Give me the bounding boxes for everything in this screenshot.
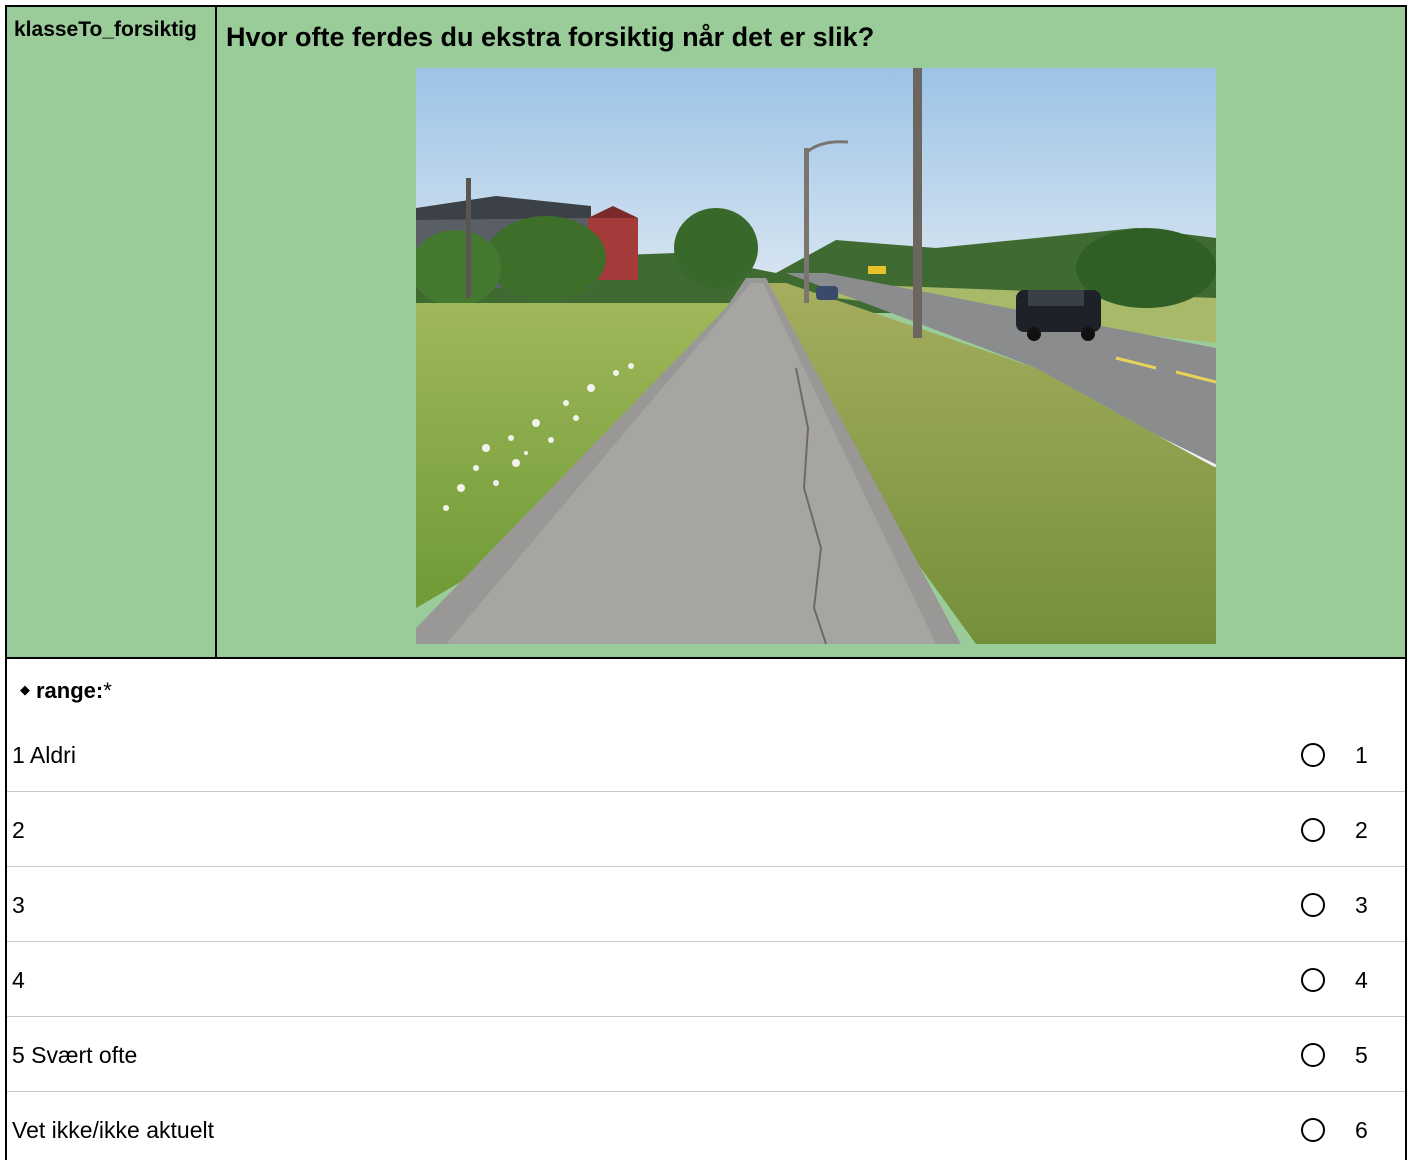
option-code: 6	[1355, 1117, 1368, 1143]
required-mark: *	[103, 678, 112, 703]
option-row[interactable]: 3 3	[7, 867, 1405, 942]
range-label: range:	[36, 678, 104, 703]
diamond-icon: ◆	[20, 682, 30, 697]
option-label: Vet ikke/ikke aktuelt	[12, 1117, 214, 1143]
option-row[interactable]: Vet ikke/ikke aktuelt 6	[7, 1092, 1405, 1167]
question-text: Hvor ofte ferdes du ekstra forsiktig når…	[226, 22, 875, 52]
option-code: 2	[1355, 817, 1368, 843]
question-header: klasseTo_forsiktig Hvor ofte ferdes du e…	[7, 7, 1405, 659]
question-cell: Hvor ofte ferdes du ekstra forsiktig når…	[219, 7, 1405, 657]
radio-button[interactable]	[1301, 1043, 1325, 1067]
option-code: 3	[1355, 892, 1368, 918]
option-code: 5	[1355, 1042, 1368, 1068]
option-code: 1	[1355, 742, 1368, 768]
option-row[interactable]: 1 Aldri 1	[7, 717, 1405, 792]
variable-name: klasseTo_forsiktig	[7, 7, 217, 657]
radio-button[interactable]	[1301, 818, 1325, 842]
option-label: 1 Aldri	[12, 742, 76, 768]
option-row[interactable]: 2 2	[7, 792, 1405, 867]
road-photo	[416, 68, 1216, 644]
radio-button[interactable]	[1301, 968, 1325, 992]
option-label: 2	[12, 817, 25, 843]
option-label: 4	[12, 967, 25, 993]
answer-options: 1 Aldri 1 2 2 3 3 4 4 5 Svært ofte 5 Vet…	[7, 717, 1405, 1167]
range-heading: ◆ range:*	[20, 677, 112, 708]
option-row[interactable]: 5 Svært ofte 5	[7, 1017, 1405, 1092]
radio-button[interactable]	[1301, 1118, 1325, 1142]
option-code: 4	[1355, 967, 1368, 993]
question-table: klasseTo_forsiktig Hvor ofte ferdes du e…	[5, 5, 1407, 1160]
option-row[interactable]: 4 4	[7, 942, 1405, 1017]
radio-button[interactable]	[1301, 893, 1325, 917]
option-label: 5 Svært ofte	[12, 1042, 138, 1068]
road-photo-illustration	[416, 68, 1216, 644]
radio-button[interactable]	[1301, 743, 1325, 767]
option-label: 3	[12, 892, 25, 918]
